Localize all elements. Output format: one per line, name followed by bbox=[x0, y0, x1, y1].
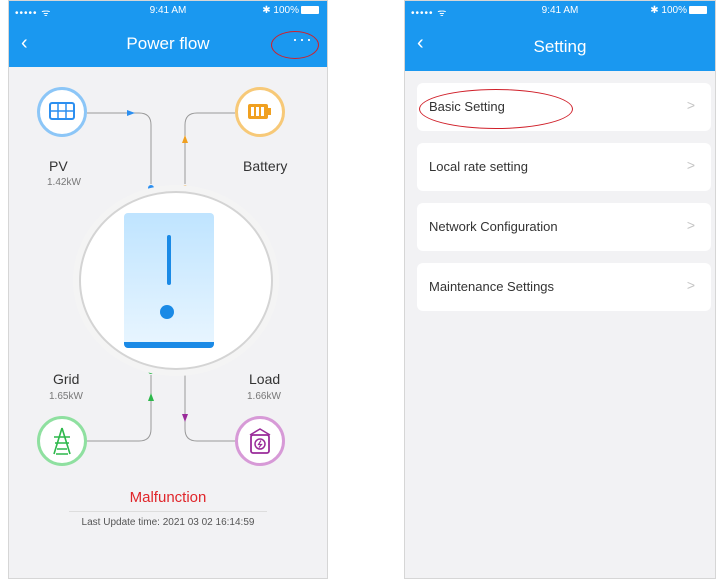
inverter-indicator bbox=[167, 235, 171, 285]
grid-value: 1.65kW bbox=[49, 391, 83, 402]
chevron-right-icon: > bbox=[686, 277, 695, 293]
chevron-right-icon: > bbox=[686, 217, 695, 233]
menu-maintenance-settings[interactable]: Maintenance Settings > bbox=[417, 263, 711, 311]
system-status-text: Malfunction bbox=[129, 489, 207, 506]
menu-label: Basic Setting bbox=[429, 99, 505, 114]
battery-node[interactable] bbox=[235, 87, 285, 137]
menu-label: Network Configuration bbox=[429, 219, 558, 234]
menu-label: Local rate setting bbox=[429, 159, 529, 174]
pv-node[interactable] bbox=[37, 87, 87, 137]
battery-icon bbox=[248, 104, 271, 119]
battery-status: ✱ 100% bbox=[650, 5, 707, 16]
menu-label: Maintenance Settings bbox=[429, 279, 555, 294]
solar-panel-icon bbox=[49, 102, 75, 120]
pv-value: 1.42kW bbox=[47, 177, 81, 188]
load-icon bbox=[249, 428, 271, 454]
pv-label: PV bbox=[49, 158, 68, 174]
battery-label: Battery bbox=[243, 158, 288, 174]
status-bar: ••••• ᯤ 9:41 AM ✱ 100% bbox=[405, 1, 715, 21]
chevron-right-icon: > bbox=[686, 97, 695, 113]
inverter-icon bbox=[124, 213, 214, 348]
inverter-light bbox=[160, 305, 174, 319]
menu-basic-setting[interactable]: Basic Setting > bbox=[417, 83, 711, 131]
grid-node[interactable] bbox=[37, 416, 87, 466]
chevron-right-icon: > bbox=[686, 157, 695, 173]
power-tower-icon bbox=[53, 427, 71, 455]
load-value: 1.66kW bbox=[247, 391, 281, 402]
menu-local-rate-setting[interactable]: Local rate setting > bbox=[417, 143, 711, 191]
nav-bar: ‹ Setting bbox=[405, 21, 715, 71]
divider bbox=[69, 511, 267, 512]
menu-network-configuration[interactable]: Network Configuration > bbox=[417, 203, 711, 251]
power-flow-screen: ••••• ᯤ 9:41 AM ✱ 100% ‹ Power flow ··· … bbox=[8, 0, 328, 579]
page-title: Setting bbox=[533, 37, 587, 56]
grid-label: Grid bbox=[53, 371, 80, 387]
last-update-time: Last Update time: 2021 03 02 16:14:59 bbox=[81, 517, 255, 528]
load-label: Load bbox=[249, 371, 281, 387]
setting-screen: ••••• ᯤ 9:41 AM ✱ 100% ‹ Setting Basic S… bbox=[404, 0, 716, 579]
load-node[interactable] bbox=[235, 416, 285, 466]
